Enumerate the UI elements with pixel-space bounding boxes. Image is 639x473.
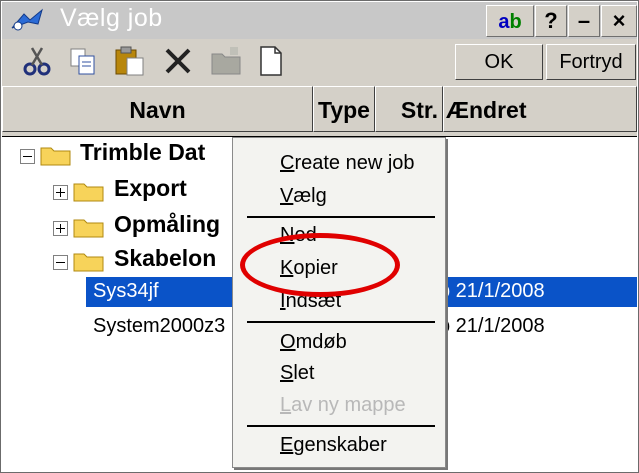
folder-icon [73,183,104,202]
menu-separator [247,321,435,323]
menu-item-properties[interactable]: Egenskaber [280,434,387,457]
collapse-toggle[interactable] [53,255,68,270]
folder-icon [73,219,104,238]
tree-root-label[interactable]: Trimble Dat [80,139,205,173]
column-name[interactable]: Navn [2,86,313,132]
tree-item[interactable]: Export [114,175,187,209]
menu-item-select[interactable]: Vælg [280,185,327,208]
folder-icon [40,147,71,166]
context-menu: Create new job Vælg Ned Kopier Indsæt Om… [232,137,446,468]
column-modified[interactable]: Ændret [443,86,637,132]
menu-item-create-new-job[interactable]: Create new job [280,152,415,175]
new-folder-icon[interactable] [208,44,244,78]
input-mode-button[interactable]: ab [486,5,534,37]
menu-item-new-folder: Lav ny mappe [280,394,406,416]
paste-icon[interactable] [112,44,148,78]
close-button[interactable]: × [601,5,637,37]
new-file-icon[interactable] [252,44,288,78]
tree-item[interactable]: Opmåling [114,211,220,245]
window-title: Vælg job [60,4,163,32]
menu-item-delete[interactable]: Slet [280,362,314,385]
tree-item[interactable]: Skabelon [114,245,216,279]
highlight-circle [240,233,400,297]
toolbar: OK Fortryd [2,39,637,84]
menu-item-rename[interactable]: Omdøb [280,331,347,354]
column-size[interactable]: Str. [375,86,443,132]
expand-toggle[interactable] [53,185,68,200]
file-name[interactable]: Sys34jf [93,280,159,303]
expand-toggle[interactable] [53,221,68,236]
menu-separator [247,216,435,218]
job-select-window: Vælg job ab ? – × OK Fortryd Navn Type S… [0,0,639,473]
column-type[interactable]: Type [313,86,375,132]
file-modified: b 21/1/2008 [439,280,545,302]
cut-icon[interactable] [20,44,56,78]
cancel-button[interactable]: Fortryd [546,44,636,80]
help-button[interactable]: ? [535,5,567,37]
file-modified: b 21/1/2008 [439,315,545,337]
menu-separator [247,425,435,427]
copy-icon[interactable] [66,44,102,78]
delete-icon[interactable] [160,44,196,78]
ok-button[interactable]: OK [455,44,543,80]
minimize-button[interactable]: – [568,5,600,37]
collapse-toggle[interactable] [20,149,35,164]
app-icon [11,8,43,31]
title-bar: Vælg job ab ? – × [2,2,637,39]
folder-icon [73,253,104,272]
file-name[interactable]: System2000z3 [93,315,225,338]
column-header: Navn Type Str. Ændret [2,84,637,137]
